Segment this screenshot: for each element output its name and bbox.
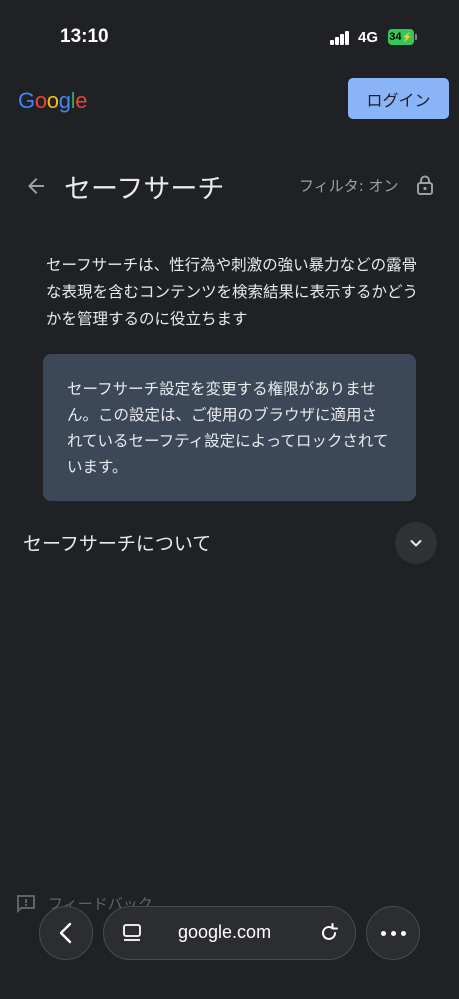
locked-settings-notice: セーフサーチ設定を変更する権限がありません。この設定は、ご使用のブラウザに適用さ…	[43, 354, 416, 501]
filter-status: フィルタ: オン	[299, 177, 399, 195]
about-safesearch-heading[interactable]: セーフサーチについて	[23, 529, 211, 556]
status-time: 13:10	[60, 26, 109, 47]
logo-letter: G	[18, 88, 35, 113]
dot	[380, 930, 386, 936]
more-options-button[interactable]	[366, 906, 420, 960]
chevron-left-icon	[59, 922, 72, 944]
logo-letter: e	[75, 88, 88, 113]
dot	[390, 930, 396, 936]
locked-settings-text: セーフサーチ設定を変更する権限がありません。この設定は、ご使用のブラウザに適用さ…	[67, 380, 389, 476]
page-title: セーフサーチ	[64, 174, 225, 205]
address-bar[interactable]: google.com	[103, 906, 356, 960]
back-arrow-icon[interactable]	[24, 174, 48, 198]
logo-letter: o	[34, 88, 47, 113]
page-menu-icon[interactable]	[122, 923, 142, 943]
chevron-down-icon	[410, 540, 422, 547]
safesearch-description: セーフサーチは、性行為や刺激の強い暴力などの露骨な表現を含むコンテンツを検索結果…	[46, 256, 419, 328]
signal-strength-icon	[330, 31, 352, 45]
google-logo[interactable]: Google	[18, 88, 87, 114]
lock-icon	[417, 175, 433, 195]
battery-level: 34	[389, 31, 402, 43]
expand-about-button[interactable]	[395, 522, 437, 564]
battery-tip	[415, 34, 417, 40]
feedback-icon	[17, 894, 35, 913]
url-text: google.com	[178, 922, 272, 942]
battery-icon: 34 ⚡	[388, 29, 414, 45]
reload-icon[interactable]	[318, 922, 340, 944]
browser-back-button[interactable]	[39, 906, 93, 960]
network-type: 4G	[358, 29, 379, 46]
login-button[interactable]: ログイン	[348, 78, 449, 119]
logo-letter: o	[46, 88, 59, 113]
logo-letter: g	[58, 88, 71, 113]
dot	[400, 930, 406, 936]
